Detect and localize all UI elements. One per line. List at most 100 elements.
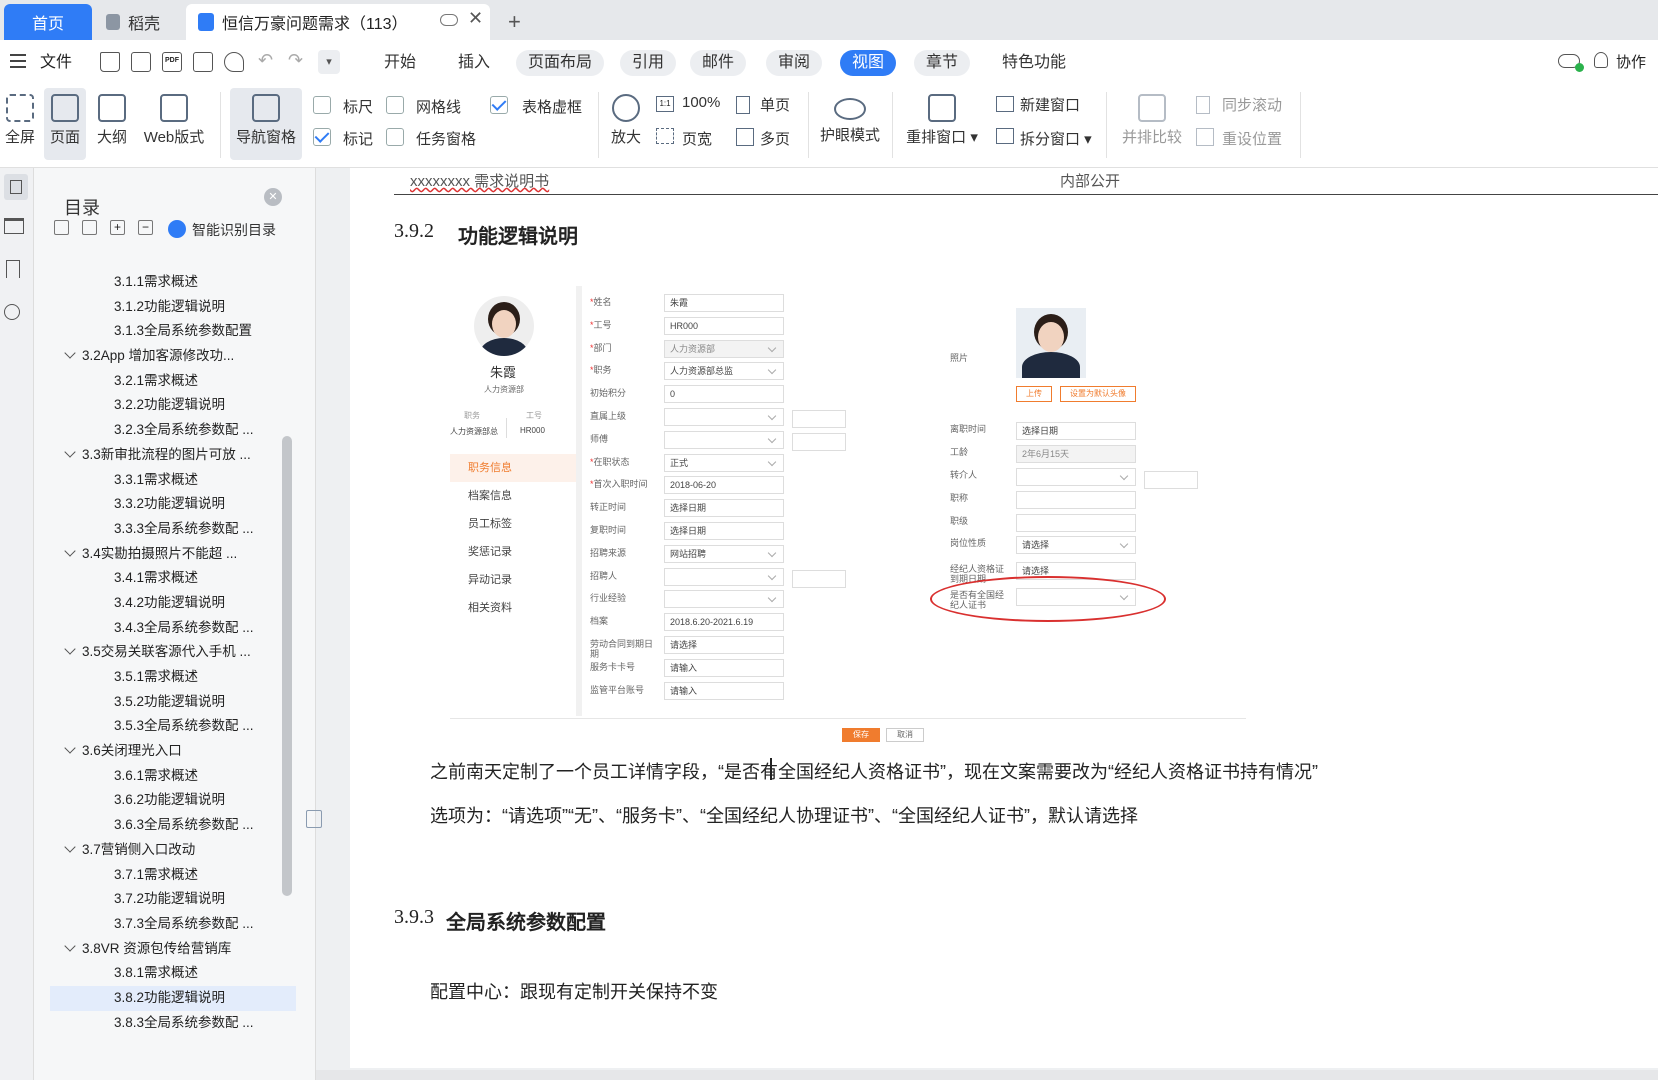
menu-review[interactable]: 审阅	[766, 50, 823, 76]
toc-section-item[interactable]: 3.3新审批流程的图片可放 ...	[50, 443, 296, 468]
toc-subsection-item[interactable]: 3.3.2功能逻辑说明	[50, 492, 296, 517]
new-window-label[interactable]: 新建窗口	[1020, 94, 1080, 115]
toc-subsection-item[interactable]: 3.8.1需求概述	[50, 961, 296, 986]
toc-subsection-item[interactable]: 3.5.1需求概述	[50, 665, 296, 690]
chevron-down-icon[interactable]	[64, 841, 76, 853]
menu-reference[interactable]: 引用	[620, 50, 677, 76]
figure-select[interactable]	[664, 590, 784, 609]
smart-toc-button[interactable]: 智能识别目录	[192, 220, 276, 240]
tab-home[interactable]: 首页	[4, 4, 92, 40]
side-by-side-button[interactable]: 并排比较	[1116, 94, 1188, 147]
figure-select[interactable]: 正式	[664, 453, 784, 472]
menu-chapter[interactable]: 章节	[914, 50, 971, 76]
menu-mail[interactable]: 邮件	[690, 50, 747, 76]
zoom-button[interactable]: 放大	[606, 94, 646, 147]
outline-button[interactable]: 大纲	[94, 94, 130, 147]
figure-input[interactable]: 请选择	[664, 636, 784, 654]
toc-subsection-item[interactable]: 3.6.2功能逻辑说明	[50, 788, 296, 813]
gridline-checkbox[interactable]	[386, 96, 404, 114]
figure-cancel-button[interactable]: 取消	[886, 728, 924, 742]
page-width-label[interactable]: 页宽	[682, 128, 712, 149]
figure-save-button[interactable]: 保存	[842, 728, 880, 742]
toc-rail-button[interactable]	[4, 174, 28, 200]
expand-all-icon[interactable]	[54, 220, 69, 235]
toc-subsection-item[interactable]: 3.2.3全局系统参数配 ...	[50, 418, 296, 443]
collab-label[interactable]: 协作	[1616, 50, 1646, 76]
figure-input[interactable]: 请输入	[664, 658, 784, 677]
chevron-down-icon[interactable]	[64, 742, 76, 754]
toc-subsection-item[interactable]: 3.8.2功能逻辑说明	[50, 985, 296, 1011]
new-window-icon[interactable]	[996, 96, 1014, 112]
toc-subsection-item[interactable]: 3.2.1需求概述	[50, 369, 296, 394]
print-icon[interactable]	[193, 52, 213, 72]
figure-menu-item[interactable]: 档案信息	[450, 482, 578, 510]
upload-photo-button[interactable]: 上传	[1016, 386, 1052, 402]
chevron-down-icon[interactable]	[64, 939, 76, 952]
menu-start[interactable]: 开始	[372, 50, 428, 76]
save-icon[interactable]	[131, 52, 151, 72]
figure-input[interactable]: 选择日期	[664, 522, 784, 540]
toc-subsection-item[interactable]: 3.8.3全局系统参数配 ...	[50, 1011, 296, 1036]
toc-subsection-item[interactable]: 3.7.3全局系统参数配 ...	[50, 912, 296, 937]
figure-input[interactable]: 朱霞	[664, 294, 784, 312]
mark-checkbox[interactable]	[313, 128, 331, 146]
tab-draft[interactable]: 稻壳	[96, 4, 182, 40]
collab-icon[interactable]	[1594, 52, 1608, 68]
remove-heading-icon[interactable]: −	[138, 220, 153, 235]
chevron-down-icon[interactable]	[64, 643, 76, 655]
undo-icon[interactable]: ↶	[258, 50, 273, 71]
toc-subsection-item[interactable]: 3.3.1需求概述	[50, 468, 296, 493]
toc-subsection-item[interactable]: 3.1.1需求概述	[50, 270, 296, 295]
toc-subsection-item[interactable]: 3.3.3全局系统参数配 ...	[50, 517, 296, 542]
toc-section-item[interactable]: 3.7营销侧入口改动	[50, 838, 296, 863]
fullscreen-button[interactable]: 全屏	[4, 94, 36, 147]
toc-subsection-item[interactable]: 3.4.3全局系统参数配 ...	[50, 616, 296, 641]
figure-right-input[interactable]	[1016, 491, 1136, 509]
figure-input[interactable]: HR000	[664, 316, 784, 335]
chevron-down-icon[interactable]	[64, 544, 76, 557]
left-extra-select-3[interactable]	[792, 570, 846, 588]
figure-select[interactable]	[664, 408, 784, 426]
left-extra-select-1[interactable]	[792, 410, 846, 428]
page-width-icon[interactable]	[656, 128, 674, 144]
redo-icon[interactable]: ↷	[288, 50, 303, 71]
tab-document[interactable]: 恒信万豪问题需求（113） ✕	[186, 4, 490, 40]
figure-right-input[interactable]: 2年6月15天	[1016, 445, 1136, 463]
toc-section-item[interactable]: 3.8VR 资源包传给营销库	[50, 937, 296, 962]
zoom-100-icon[interactable]: 1:1	[656, 96, 674, 112]
sync-scroll-icon[interactable]	[1196, 96, 1210, 114]
print-preview-icon[interactable]	[224, 52, 244, 72]
figure-menu-item[interactable]: 员工标签	[450, 510, 578, 538]
toc-subsection-item[interactable]: 3.6.3全局系统参数配 ...	[50, 813, 296, 838]
toc-subsection-item[interactable]: 3.5.2功能逻辑说明	[50, 690, 296, 715]
figure-select[interactable]: 网站招聘	[664, 544, 784, 563]
toc-scrollbar[interactable]	[282, 436, 292, 896]
chapter-icon[interactable]	[4, 218, 24, 234]
sync-scroll-label[interactable]: 同步滚动	[1222, 94, 1282, 115]
figure-menu-item[interactable]: 相关资料	[450, 594, 578, 622]
toc-subsection-item[interactable]: 3.6.1需求概述	[50, 764, 296, 789]
hamburger-icon[interactable]	[10, 54, 26, 68]
toc-subsection-item[interactable]: 3.5.3全局系统参数配 ...	[50, 714, 296, 739]
zoom-100-label[interactable]: 100%	[682, 94, 720, 111]
toc-section-item[interactable]: 3.4实勘拍摄照片不能超 ...	[50, 542, 296, 567]
menu-view[interactable]: 视图	[840, 50, 897, 76]
toc-subsection-item[interactable]: 3.1.3全局系统参数配置	[50, 319, 296, 344]
close-tab-icon[interactable]: ✕	[468, 8, 483, 29]
figure-menu-item[interactable]: 职务信息	[450, 454, 578, 482]
figure-select[interactable]: 人力资源部	[664, 339, 784, 358]
toc-section-item[interactable]: 3.5交易关联客源代入手机 ...	[50, 640, 296, 665]
figure-input[interactable]: 请输入	[664, 681, 784, 700]
figure-select[interactable]	[664, 430, 784, 449]
web-layout-button[interactable]: Web版式	[142, 94, 206, 147]
rearrange-window-button[interactable]: 重排窗口 ▾	[902, 94, 982, 147]
figure-input[interactable]: 2018.6.20-2021.6.19	[664, 613, 784, 632]
figure-input[interactable]: 0	[664, 385, 784, 404]
left-extra-select-2[interactable]	[792, 433, 846, 451]
reset-position-icon[interactable]	[1196, 128, 1214, 146]
figure-menu-item[interactable]: 奖惩记录	[450, 538, 578, 566]
chevron-down-icon[interactable]	[64, 347, 76, 359]
open-folder-icon[interactable]	[100, 52, 120, 72]
search-icon[interactable]	[4, 304, 20, 320]
add-tab-button[interactable]: +	[508, 4, 521, 40]
